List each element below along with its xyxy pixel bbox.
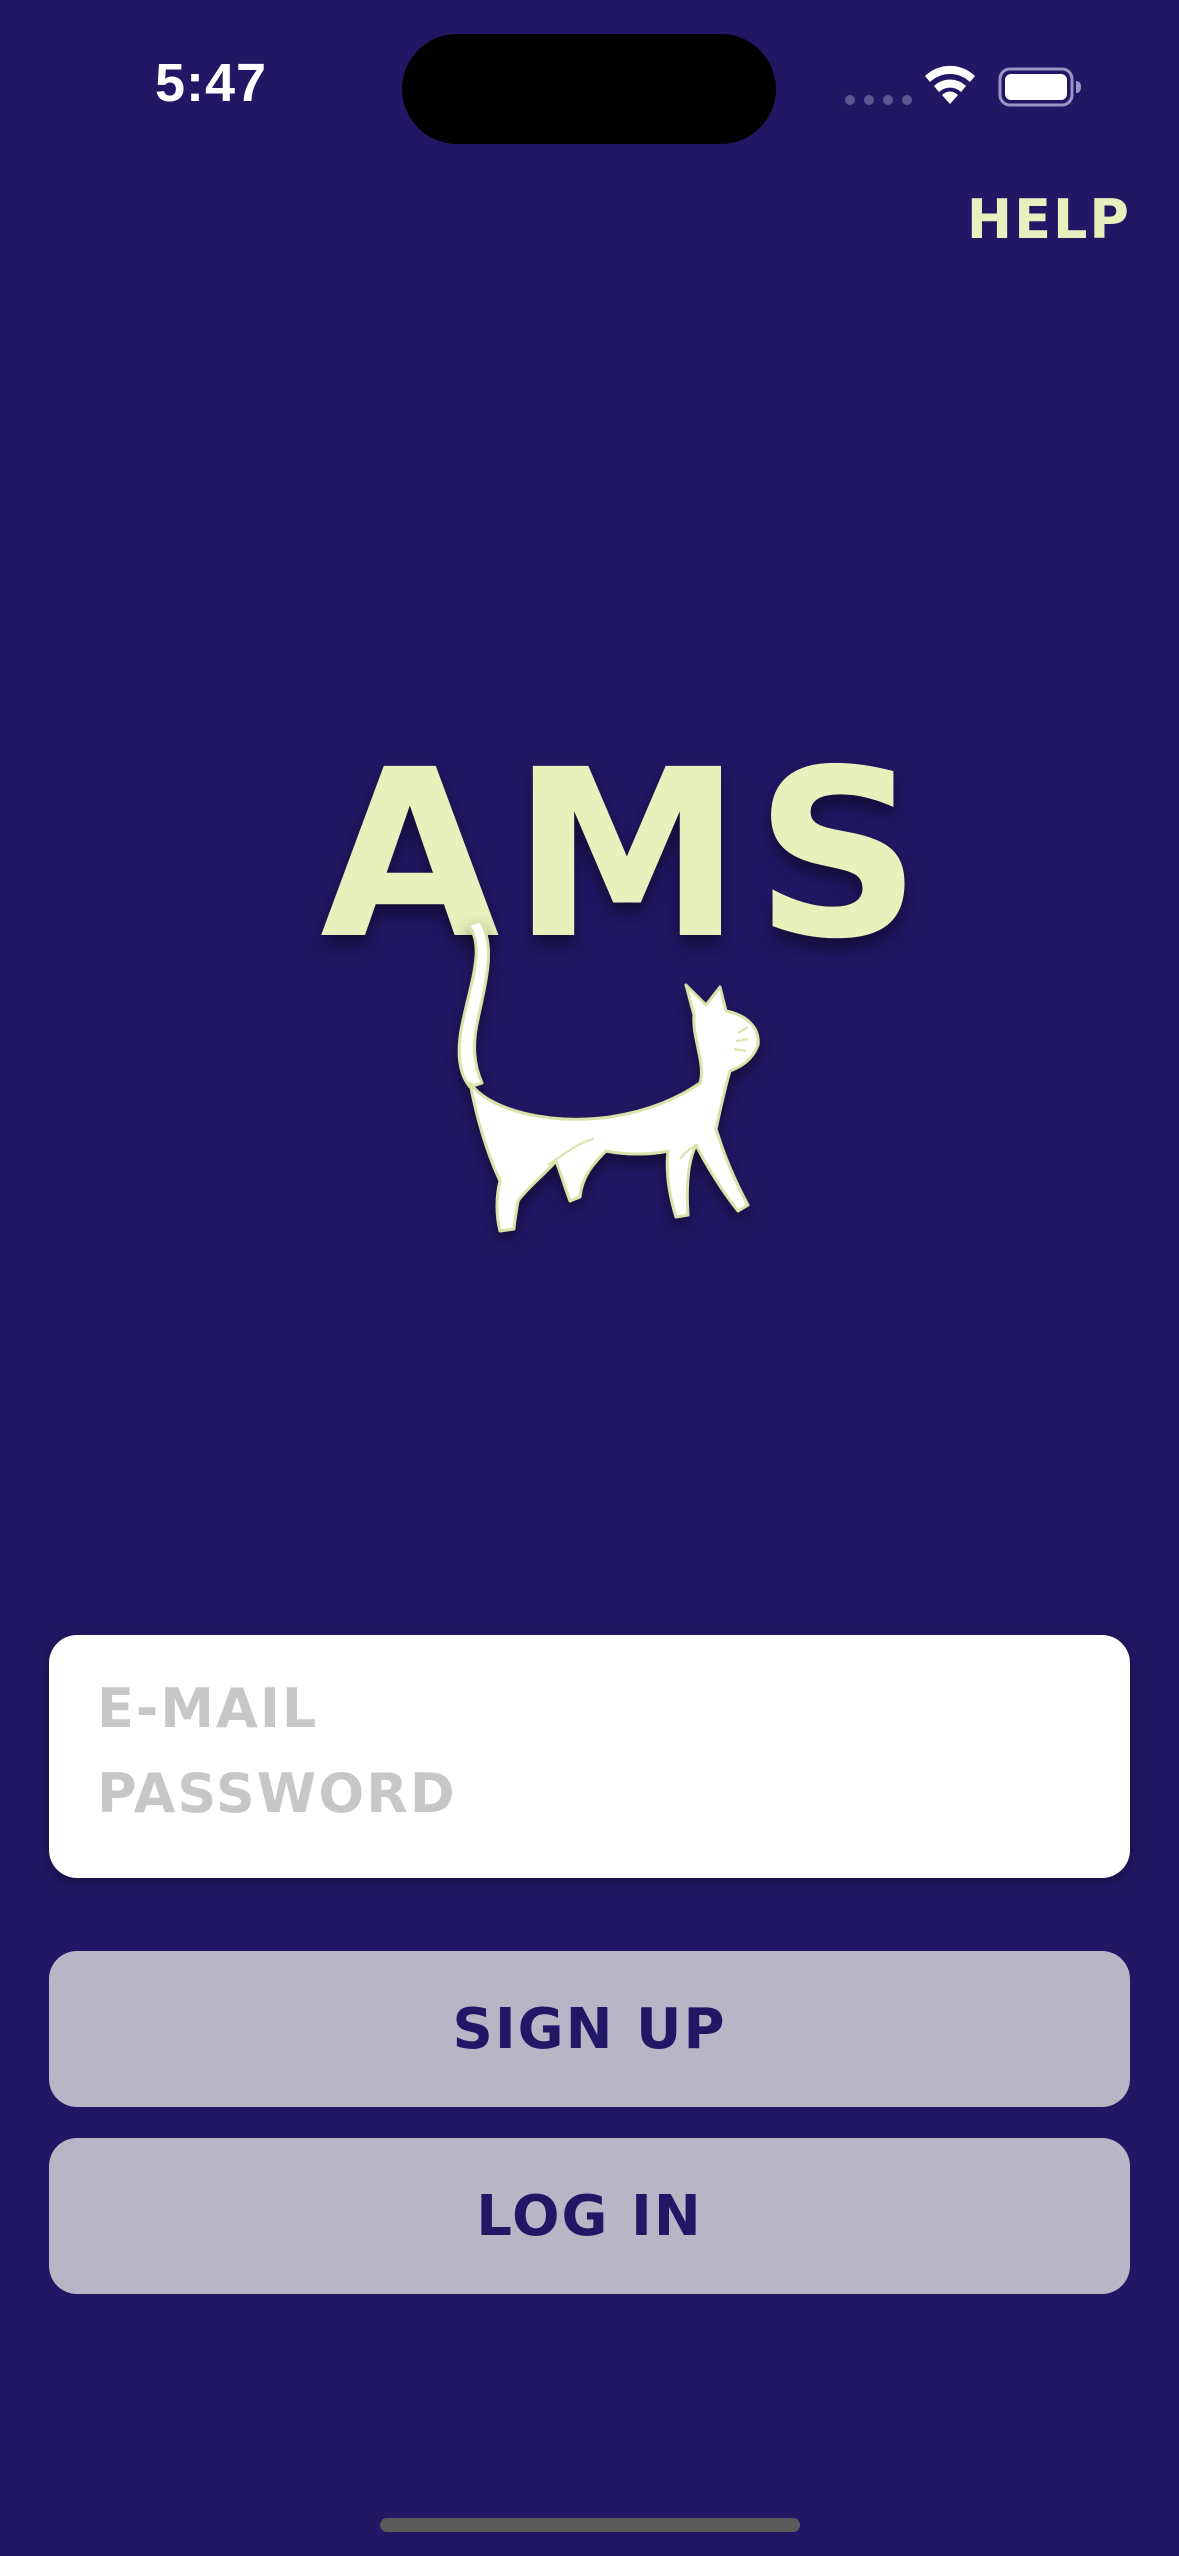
email-field[interactable] bbox=[97, 1670, 1097, 1746]
sign-up-label: SIGN UP bbox=[452, 1996, 727, 2062]
cellular-signal-icon bbox=[845, 95, 912, 105]
login-card bbox=[49, 1635, 1130, 1878]
home-indicator[interactable] bbox=[380, 2518, 800, 2532]
status-time: 5:47 bbox=[155, 53, 268, 113]
app-logo: AMS bbox=[320, 735, 922, 1315]
login-screen: 5:47 HELP AMS E-MAIL SIGN UP LOG IN bbox=[0, 0, 1179, 2556]
log-in-button[interactable]: LOG IN bbox=[49, 2138, 1130, 2294]
log-in-label: LOG IN bbox=[476, 2183, 703, 2249]
cat-icon bbox=[457, 919, 760, 1233]
sign-up-button[interactable]: SIGN UP bbox=[49, 1951, 1130, 2107]
dynamic-island bbox=[402, 34, 776, 144]
help-link[interactable]: HELP bbox=[967, 188, 1131, 251]
password-field[interactable] bbox=[97, 1755, 1097, 1831]
wifi-icon bbox=[925, 65, 975, 104]
battery-icon bbox=[998, 67, 1081, 107]
